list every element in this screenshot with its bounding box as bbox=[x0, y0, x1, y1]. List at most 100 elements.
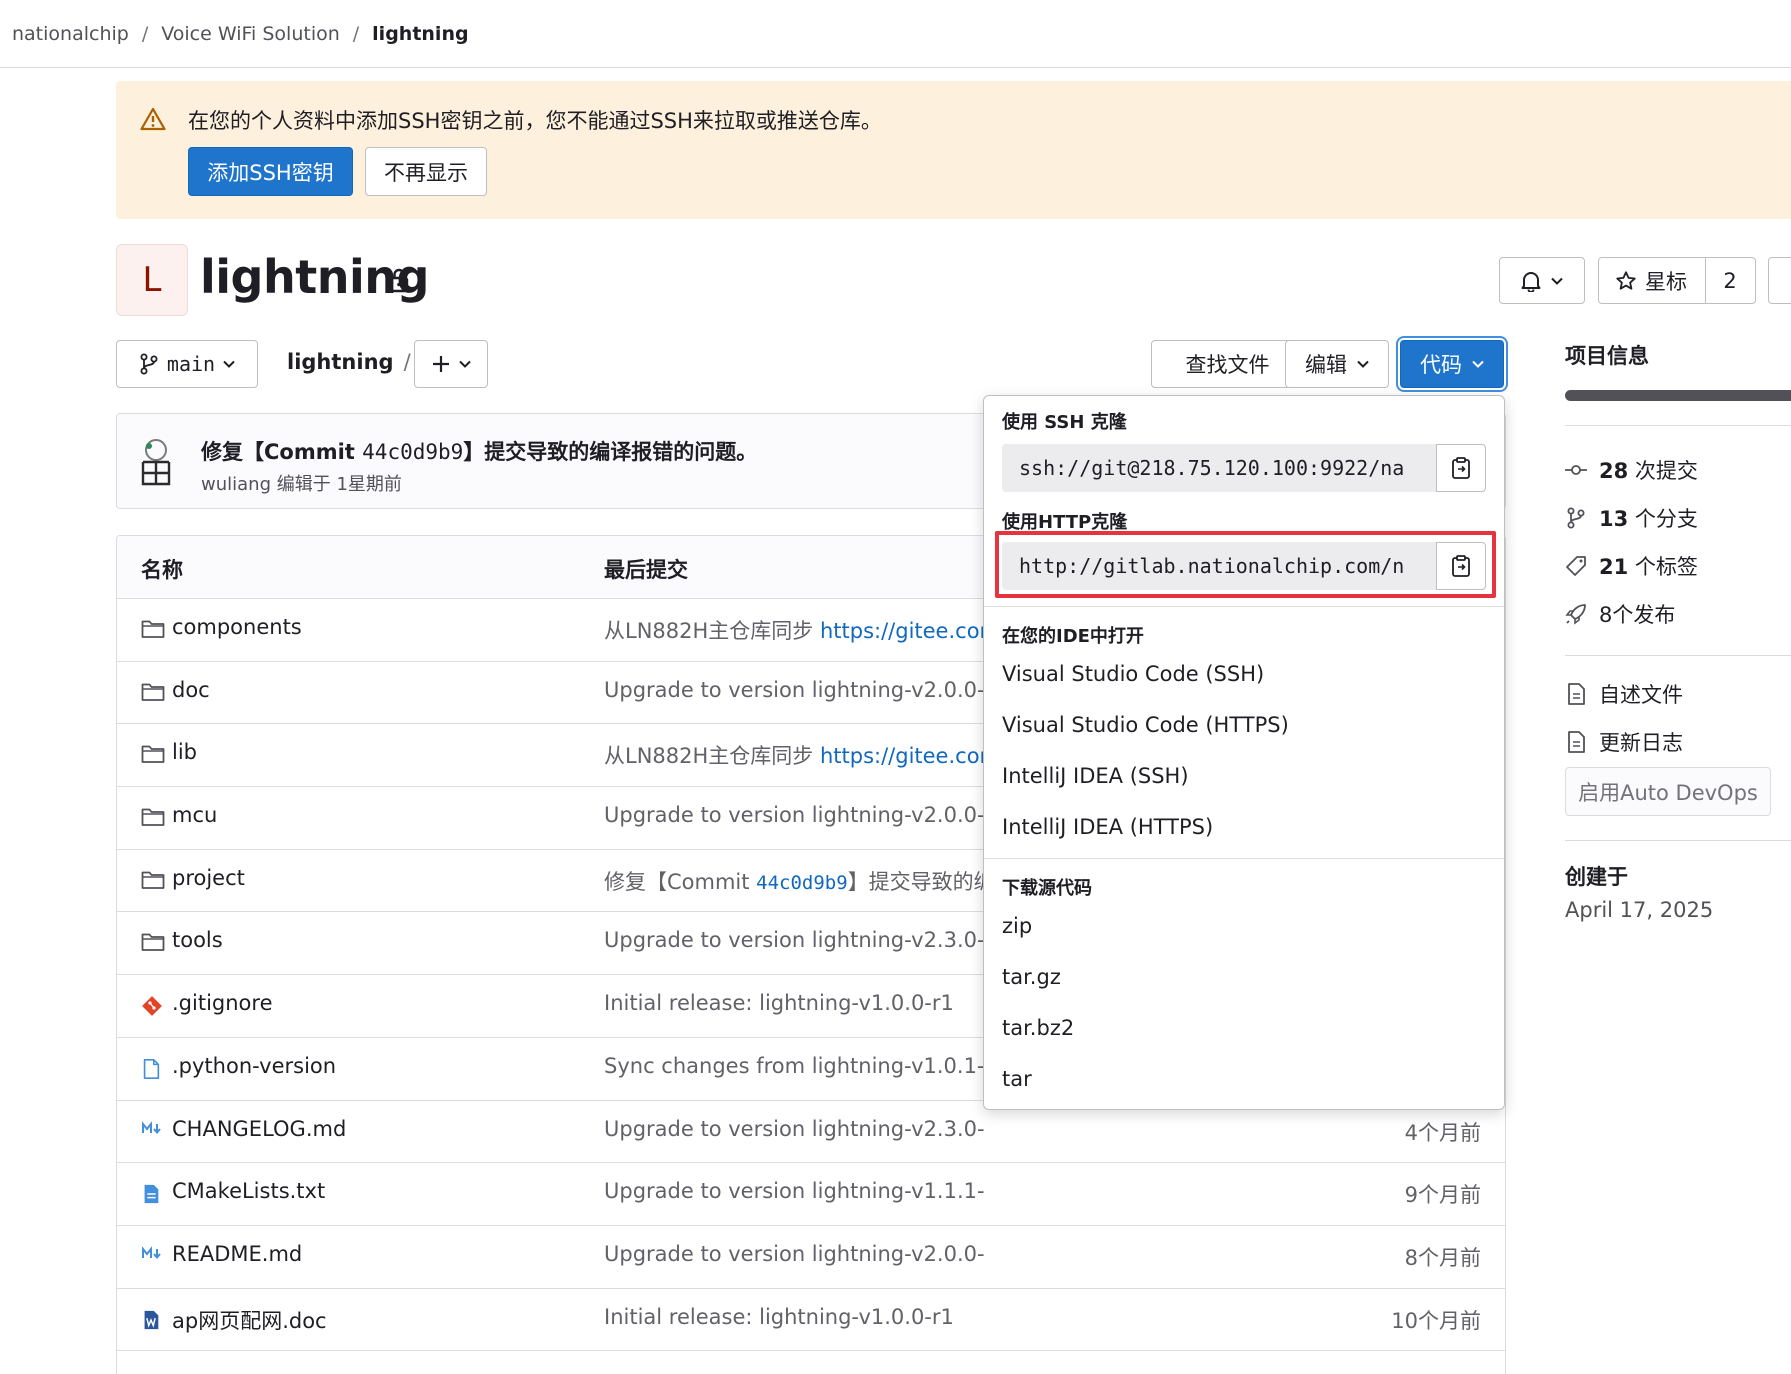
http-clone-field: http://gitlab.nationalchip.com/n bbox=[1002, 542, 1486, 590]
commit-link[interactable]: https://gitee.com bbox=[820, 619, 984, 643]
enable-auto-devops-button[interactable]: 启用Auto DevOps bbox=[1565, 767, 1771, 816]
download-zip[interactable]: zip bbox=[1002, 914, 1032, 938]
table-row[interactable]: CMakeLists.txt Upgrade to version lightni… bbox=[117, 1163, 1505, 1226]
edit-button[interactable]: 编辑 bbox=[1285, 340, 1389, 388]
file-name[interactable]: ap网页配网.doc bbox=[172, 1305, 327, 1335]
file-name[interactable]: components bbox=[172, 615, 302, 639]
repo-path-root[interactable]: lightning bbox=[287, 350, 394, 374]
file-last-commit[interactable]: Upgrade to version lightning-v2.3.0-r1 bbox=[604, 928, 984, 952]
readme-link[interactable]: 自述文件 bbox=[1565, 679, 1683, 709]
copy-to-clipboard-icon bbox=[1451, 456, 1471, 480]
folder-icon bbox=[141, 744, 165, 764]
file-name[interactable]: CHANGELOG.md bbox=[172, 1117, 346, 1141]
markdown-icon bbox=[141, 1246, 163, 1260]
code-label: 代码 bbox=[1420, 353, 1462, 377]
file-last-commit[interactable]: Sync changes from lightning-v1.0.1-r1 t bbox=[604, 1054, 984, 1078]
file-icon bbox=[141, 1058, 161, 1080]
ide-header: 在您的IDE中打开 bbox=[1002, 626, 1144, 647]
open-vscode-ssh[interactable]: Visual Studio Code (SSH) bbox=[1002, 662, 1264, 686]
ssh-url-input[interactable]: ssh://git@218.75.120.100:9922/na bbox=[1002, 444, 1436, 492]
copy-ssh-url-button[interactable] bbox=[1436, 444, 1486, 492]
file-name[interactable]: mcu bbox=[172, 803, 217, 827]
breadcrumb: nationalchip / Voice WiFi Solution / lig… bbox=[0, 0, 1791, 68]
star-button[interactable]: 星标 2 bbox=[1598, 257, 1756, 304]
tags-link[interactable]: 21 个标签 bbox=[1565, 551, 1698, 581]
rocket-icon bbox=[1565, 603, 1587, 625]
breadcrumb-group[interactable]: nationalchip bbox=[12, 23, 129, 45]
copy-http-url-button[interactable] bbox=[1436, 542, 1486, 590]
project-avatar[interactable]: L bbox=[116, 244, 188, 316]
download-tar[interactable]: tar bbox=[1002, 1067, 1032, 1091]
created-date: April 17, 2025 bbox=[1565, 898, 1714, 922]
star-icon bbox=[1615, 270, 1637, 292]
commit-author[interactable]: wuliang bbox=[201, 474, 271, 495]
add-ssh-key-button[interactable]: 添加SSH密钥 bbox=[188, 147, 353, 196]
file-last-commit[interactable]: Upgrade to version lightning-v2.3.0-r1 bbox=[604, 1117, 984, 1141]
branch-name: main bbox=[166, 352, 216, 376]
http-url-input[interactable]: http://gitlab.nationalchip.com/n bbox=[1002, 542, 1436, 590]
chevron-down-icon bbox=[1551, 277, 1563, 285]
folder-icon bbox=[141, 682, 165, 702]
ssh-clone-field: ssh://git@218.75.120.100:9922/na bbox=[1002, 444, 1486, 492]
ssh-clone-header: 使用 SSH 克隆 bbox=[1002, 412, 1127, 433]
download-tar-gz[interactable]: tar.gz bbox=[1002, 965, 1061, 989]
gitignore-icon bbox=[141, 995, 163, 1017]
created-label: 创建于 bbox=[1565, 865, 1628, 889]
branch-icon bbox=[139, 353, 159, 375]
ssh-key-alert: 在您的个人资料中添加SSH密钥之前，您不能通过SSH来拉取或推送仓库。 添加SS… bbox=[116, 81, 1791, 219]
file-name[interactable]: doc bbox=[172, 678, 210, 702]
open-intellij-ssh[interactable]: IntelliJ IDEA (SSH) bbox=[1002, 764, 1189, 788]
folder-icon bbox=[141, 807, 165, 827]
file-name[interactable]: project bbox=[172, 866, 245, 890]
file-last-commit[interactable]: 从LN882H主仓库同步 https://gitee.com bbox=[604, 615, 984, 645]
file-last-commit[interactable]: 修复【Commit 44c0d9b9】提交导致的编 bbox=[604, 866, 984, 896]
breadcrumb-project[interactable]: lightning bbox=[372, 23, 468, 45]
file-name[interactable]: .python-version bbox=[172, 1054, 336, 1078]
add-to-tree-button[interactable] bbox=[414, 340, 488, 388]
open-vscode-https[interactable]: Visual Studio Code (HTTPS) bbox=[1002, 713, 1289, 737]
file-last-commit[interactable]: Upgrade to version lightning-v2.0.0-r4 bbox=[604, 678, 984, 702]
commit-link[interactable]: https://gitee.com bbox=[820, 744, 984, 768]
file-name[interactable]: CMakeLists.txt bbox=[172, 1179, 325, 1203]
download-tar-bz2[interactable]: tar.bz2 bbox=[1002, 1016, 1074, 1040]
releases-link[interactable]: 8个发布 bbox=[1565, 599, 1675, 629]
file-name[interactable]: lib bbox=[172, 740, 197, 764]
copy-to-clipboard-icon bbox=[1451, 554, 1471, 578]
open-intellij-https[interactable]: IntelliJ IDEA (HTTPS) bbox=[1002, 815, 1213, 839]
repo-path: lightning / bbox=[287, 350, 411, 374]
user-avatar[interactable] bbox=[139, 438, 173, 488]
http-clone-header: 使用HTTP克隆 bbox=[1002, 512, 1128, 533]
file-last-commit[interactable]: 从LN882H主仓库同步 https://gitee.com bbox=[604, 740, 984, 770]
code-button[interactable]: 代码 bbox=[1400, 340, 1504, 388]
branches-link[interactable]: 13 个分支 bbox=[1565, 503, 1698, 533]
project-info-sidebar: 项目信息 28 次提交 13 个分支 21 个标签 8个发布 自述文件 更新日志… bbox=[1565, 340, 1791, 922]
file-last-commit[interactable]: Initial release: lightning-v1.0.0-r1 bbox=[604, 1305, 984, 1329]
breadcrumb-subgroup[interactable]: Voice WiFi Solution bbox=[161, 23, 340, 45]
file-last-commit[interactable]: Upgrade to version lightning-v1.1.1-r2 bbox=[604, 1179, 984, 1203]
commit-sha-link[interactable]: 44c0d9b9 bbox=[756, 872, 848, 894]
file-name[interactable]: tools bbox=[172, 928, 223, 952]
file-commit-date: 4个月前 bbox=[1404, 1120, 1481, 1145]
text-file-icon bbox=[141, 1183, 161, 1205]
changelog-link[interactable]: 更新日志 bbox=[1565, 727, 1683, 757]
table-row[interactable]: README.md Upgrade to version lightning-v2… bbox=[117, 1226, 1505, 1289]
fork-button[interactable] bbox=[1768, 257, 1791, 304]
commits-link[interactable]: 28 次提交 bbox=[1565, 455, 1698, 485]
commit-title[interactable]: 修复【Commit 44c0d9b9】提交导致的编译报错的问题。 bbox=[201, 436, 757, 466]
dismiss-alert-button[interactable]: 不再显示 bbox=[365, 147, 487, 196]
star-count[interactable]: 2 bbox=[1705, 258, 1755, 303]
file-name[interactable]: README.md bbox=[172, 1242, 302, 1266]
file-last-commit[interactable]: Initial release: lightning-v1.0.0-r1 bbox=[604, 991, 984, 1015]
lock-icon bbox=[388, 267, 410, 293]
table-row[interactable]: ap网页配网.doc Initial release: lightning-v1.… bbox=[117, 1289, 1505, 1352]
breadcrumb-separator: / bbox=[352, 22, 360, 45]
file-last-commit[interactable]: Upgrade to version lightning-v2.0.0-r4 bbox=[604, 1242, 984, 1266]
branch-selector[interactable]: main bbox=[116, 340, 258, 388]
folder-icon bbox=[141, 932, 165, 952]
notification-button[interactable] bbox=[1499, 257, 1585, 304]
tag-icon bbox=[1565, 555, 1587, 577]
file-name[interactable]: .gitignore bbox=[172, 991, 273, 1015]
find-file-button[interactable]: 查找文件 bbox=[1151, 340, 1304, 388]
breadcrumb-separator: / bbox=[141, 22, 149, 45]
file-last-commit[interactable]: Upgrade to version lightning-v2.0.0-r5 bbox=[604, 803, 984, 827]
